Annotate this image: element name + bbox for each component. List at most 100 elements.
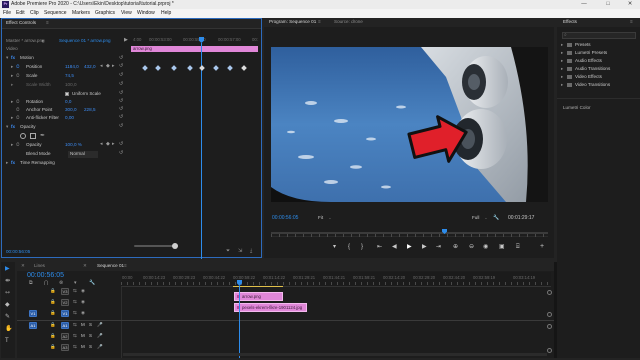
selection-tool-icon[interactable]: ▶ [5, 266, 10, 272]
export-frame-icon[interactable]: ⇲ [238, 249, 242, 254]
keyframe[interactable] [142, 65, 148, 71]
resolution-chevron-icon[interactable]: ⌄ [484, 215, 488, 221]
antiflicker-expand-icon[interactable]: ▸ [11, 115, 13, 121]
microphone-icon[interactable]: 🎤 [97, 322, 103, 328]
effects-item-video-transitions[interactable]: Video Transitions [575, 82, 610, 88]
play-only-audio-icon[interactable]: ▶ [124, 38, 128, 43]
scale-value[interactable]: 74,5 [65, 73, 74, 79]
video-frame[interactable] [271, 47, 548, 202]
keyframe[interactable] [155, 65, 161, 71]
resolution-select[interactable]: Full [472, 215, 479, 221]
rectangle-mask-icon[interactable] [30, 133, 36, 139]
tab-effect-controls[interactable]: Effect Controls [6, 20, 36, 26]
play-stop-icon[interactable]: ▶ [407, 244, 412, 250]
vertical-zoom-handle[interactable] [547, 312, 552, 317]
effects-panel-menu-icon[interactable]: ≡ [630, 19, 633, 25]
effects-item-audio-effects[interactable]: Audio Effects [575, 58, 602, 64]
razor-tool-icon[interactable]: ◆ [5, 302, 10, 308]
clip-bar-arrow[interactable]: arrow.png [131, 46, 258, 52]
solo-button[interactable]: S [89, 333, 92, 339]
anchor-y-value[interactable]: 228,5 [84, 107, 96, 113]
close-tab-icon[interactable]: ✕ [83, 263, 87, 269]
timeline-timecode[interactable]: 00:00:56:05 [27, 272, 64, 279]
snap-icon[interactable]: ⋂ [44, 281, 48, 286]
eye-icon[interactable]: ◉ [81, 299, 85, 305]
menu-help[interactable]: Help [161, 11, 171, 16]
fx-badge-motion[interactable]: fx [11, 55, 15, 61]
fx-badge-opacity[interactable]: fx [11, 124, 15, 130]
vertical-zoom-handle[interactable] [547, 324, 552, 329]
panel-menu-icon[interactable]: ≡ [46, 20, 49, 26]
vertical-zoom-handle[interactable] [547, 290, 552, 295]
zoom-chevron-icon[interactable]: ⌄ [328, 215, 332, 221]
hand-tool-icon[interactable]: ✋ [5, 326, 12, 332]
reset-opacity-value-icon[interactable]: ↺ [119, 142, 123, 147]
lift-icon[interactable]: ⊕ [453, 244, 458, 250]
button-editor-icon[interactable]: + [540, 243, 544, 250]
menu-markers[interactable]: Markers [72, 11, 90, 16]
reset-uniform-icon[interactable]: ↺ [119, 91, 123, 96]
expand-icon[interactable]: ▸ [561, 82, 563, 87]
keyframe[interactable] [227, 65, 233, 71]
add-marker-icon[interactable]: ▾ [74, 281, 77, 286]
tab-source[interactable]: Source: drone [334, 19, 363, 25]
sync-lock-icon[interactable]: ⇆ [73, 310, 77, 316]
effect-controls-timecode[interactable]: 00:00:56:05 [6, 249, 30, 255]
sync-lock-icon[interactable]: ⇆ [73, 322, 77, 328]
settings-icon[interactable]: ⤓ [250, 249, 252, 254]
zoom-handle[interactable] [172, 243, 178, 249]
lock-icon[interactable]: 🔒 [50, 299, 56, 305]
solo-button[interactable]: S [89, 344, 92, 350]
export-frame-icon[interactable]: ◉ [483, 244, 488, 250]
source-patch-a1[interactable]: A1 [29, 322, 37, 329]
expand-icon[interactable]: ▸ [561, 58, 563, 63]
expand-icon[interactable]: ▸ [561, 66, 563, 71]
timeline-settings-icon[interactable]: 🔧 [89, 281, 95, 286]
prev-keyframe-icon[interactable]: ◂ [100, 64, 103, 69]
microphone-icon[interactable]: 🎤 [97, 333, 103, 339]
minimize-button[interactable]: — [576, 0, 592, 9]
eye-icon[interactable]: ◉ [81, 310, 85, 316]
source-patch-v1[interactable]: V1 [29, 310, 37, 317]
tab-lines[interactable]: Lines [34, 263, 45, 269]
opacity-value-expand-icon[interactable]: ▸ [11, 142, 13, 148]
add-marker-icon[interactable]: ▾ [333, 244, 336, 250]
maximize-button[interactable]: □ [600, 0, 616, 9]
master-clip-label[interactable]: Master * arrow.png [6, 38, 45, 44]
expand-icon[interactable]: ▸ [561, 74, 563, 79]
reset-opacity-icon[interactable]: ↺ [119, 124, 123, 129]
effects-item-lumetri-presets[interactable]: Lumetri Presets [575, 50, 607, 56]
zoom-level-select[interactable]: Fit [318, 215, 323, 221]
effects-item-presets[interactable]: Presets [575, 42, 591, 48]
reset-rotation-icon[interactable]: ↺ [119, 99, 123, 104]
solo-button[interactable]: S [89, 322, 92, 328]
wrench-icon[interactable]: 🔧 [493, 216, 499, 221]
track-label-v2[interactable]: V2 [61, 299, 69, 306]
track-label-v3[interactable]: V3 [61, 288, 69, 295]
scale-expand-icon[interactable]: ▸ [11, 73, 13, 79]
fx-badge-time-remap[interactable]: fx [11, 160, 15, 166]
filter-icon[interactable]: ⏷ [226, 249, 230, 254]
reset-scale-width-icon[interactable]: ↺ [119, 82, 123, 87]
effects-search-input[interactable]: ⌕ [562, 32, 636, 39]
uniform-scale-checkbox[interactable] [65, 92, 69, 96]
prev-keyframe-icon[interactable]: ◂ [100, 142, 103, 147]
track-label-a1[interactable]: A1 [61, 322, 69, 329]
lock-icon[interactable]: 🔒 [50, 344, 56, 350]
position-expand-icon[interactable]: ▸ [11, 64, 13, 70]
add-keyframe-icon[interactable]: ◆ [106, 64, 110, 69]
mute-button[interactable]: M [81, 322, 85, 328]
keyframe[interactable] [241, 65, 247, 71]
anchor-x-value[interactable]: 300,0 [65, 107, 77, 113]
keyframe[interactable] [213, 65, 219, 71]
next-keyframe-icon[interactable]: ▸ [112, 64, 115, 69]
reset-blend-icon[interactable]: ↺ [119, 151, 123, 156]
keyframe[interactable] [187, 65, 193, 71]
blend-mode-select[interactable]: Normal [68, 151, 98, 158]
sync-lock-icon[interactable]: ⇆ [73, 288, 77, 294]
menu-graphics[interactable]: Graphics [95, 11, 115, 16]
menu-window[interactable]: Window [137, 11, 155, 16]
pen-tool-icon[interactable]: ✎ [5, 314, 10, 320]
stopwatch-icon[interactable]: ⏱ [16, 64, 20, 70]
eye-icon[interactable]: ◉ [81, 288, 85, 294]
